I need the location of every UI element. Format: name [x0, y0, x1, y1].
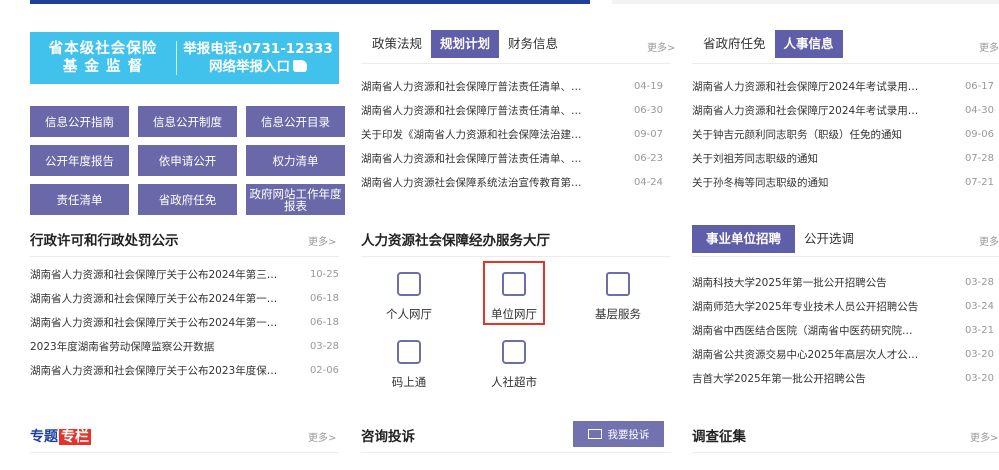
home-service-icon [606, 272, 630, 296]
personal-hall-item[interactable]: 个人网厅 [369, 272, 449, 322]
divider [361, 63, 671, 64]
online-report-link[interactable]: 网络举报入口 [209, 59, 290, 75]
disclosure-system-button[interactable]: 信息公开制度 [138, 106, 237, 137]
divider [361, 256, 671, 257]
recruit-list: 湖南科技大学2025年第一批公开招聘公告 03-28 湖南师范大学2025年专业技… [692, 271, 994, 391]
list-item[interactable]: 关于孙冬梅等同志职级的通知 07-21 [692, 171, 994, 195]
website-annual-report-button[interactable]: 政府网站工作年度报表 [246, 184, 345, 215]
highlight-box [483, 261, 545, 325]
tab-finance[interactable]: 财务信息 [499, 30, 567, 58]
survey-section-title: 调查征集 [692, 429, 746, 445]
list-item[interactable]: 湖南省人力资源和社会保障厅关于公布2024年第一… 06-18 [30, 311, 339, 335]
list-item[interactable]: 湖南省人力资源和社会保障厅关于公布2023年度保… 02-06 [30, 359, 339, 383]
consult-complaint-title: 咨询投诉 [361, 429, 415, 445]
tab-open-selection[interactable]: 公开选调 [795, 225, 863, 253]
recruit-more-link[interactable]: 更多 [979, 233, 999, 248]
shopping-cart-icon [502, 340, 526, 364]
list-item[interactable]: 关于刘祖芳同志职级的通知 07-28 [692, 147, 994, 171]
responsibility-list-button[interactable]: 责任清单 [30, 184, 129, 215]
annual-report-button[interactable]: 公开年度报告 [30, 145, 129, 176]
code-link-item[interactable]: 码上通 [369, 340, 449, 390]
envelope-icon [587, 429, 602, 439]
list-item[interactable]: 吉首大学2025年第一批公开招聘公告 03-20 [692, 367, 994, 391]
list-item[interactable]: 2023年度湖南省劳动保障监察公开数据 03-28 [30, 335, 339, 359]
divider [30, 256, 339, 257]
admin-more-link[interactable]: 更多> [308, 233, 336, 248]
top-banner-strip [30, 0, 590, 4]
fund-supervision-banner[interactable]: 省本级社会保险 基 金 监 督 举报电话:0731-12333 网络举报入口 [30, 32, 339, 84]
policy-tabs: 政策法规 规划计划 财务信息 [363, 30, 567, 58]
policy-list: 湖南省人力资源和社会保障厅普法责任清单、… 04-19 湖南省人力资源和社会保障厅… [361, 75, 663, 195]
special-topics-more-link[interactable]: 更多> [308, 429, 336, 444]
tab-institution-recruitment[interactable]: 事业单位招聘 [692, 225, 796, 253]
personnel-tabs: 省政府任免 人事信息 [694, 30, 843, 58]
recruit-tabs: 事业单位招聘 公开选调 [692, 225, 863, 253]
personal-document-icon [397, 272, 421, 296]
apply-disclosure-button[interactable]: 依申请公开 [138, 145, 237, 176]
tab-personnel-info[interactable]: 人事信息 [774, 30, 843, 58]
list-item[interactable]: 湖南省人力资源和社会保障厅普法责任清单、… 06-30 [361, 99, 663, 123]
tab-gov-appointments[interactable]: 省政府任免 [694, 30, 775, 58]
qr-code-icon [397, 340, 421, 364]
personnel-list: 湖南省人力资源和社会保障厅2024年考试录用… 06-17 湖南省人力资源和社会保… [692, 75, 994, 195]
tab-policy-regulations[interactable]: 政策法规 [363, 30, 431, 58]
power-list-button[interactable]: 权力清单 [246, 145, 345, 176]
list-item[interactable]: 湖南省人力资源社会保障系统法治宣传教育第… 04-24 [361, 171, 663, 195]
report-phone: 举报电话:0731-12333 [183, 41, 333, 57]
list-item[interactable]: 湖南省人力资源和社会保障厅普法责任清单、… 04-19 [361, 75, 663, 99]
divider [692, 256, 999, 257]
disclosure-catalog-button[interactable]: 信息公开目录 [246, 106, 345, 137]
survey-more-link[interactable]: 更多> [970, 429, 998, 444]
admin-list: 湖南省人力资源和社会保障厅关于公布2024年第三… 10-25 湖南省人力资源和社… [30, 263, 339, 383]
divider [361, 452, 671, 453]
special-topics-title: 专题 专栏 [30, 429, 91, 445]
list-item[interactable]: 湖南省公共资源交易中心2025年高层次人才公… 03-20 [692, 343, 994, 367]
divider [692, 63, 999, 64]
gov-appointments-button[interactable]: 省政府任免 [138, 184, 237, 215]
grassroots-service-item[interactable]: 基层服务 [578, 272, 658, 322]
personnel-more-link[interactable]: 更多 [979, 39, 999, 54]
list-item[interactable]: 湖南科技大学2025年第一批公开招聘公告 03-28 [692, 271, 994, 295]
divider [692, 452, 999, 453]
pointer-hand-icon [293, 60, 307, 72]
list-item[interactable]: 湖南省人力资源和社会保障厅2024年考试录用… 06-17 [692, 75, 994, 99]
banner-title-line2: 基 金 监 督 [62, 59, 144, 75]
list-item[interactable]: 湖南省人力资源和社会保障厅关于公布2024年第一… 06-18 [30, 287, 339, 311]
top-banner-strip-right [612, 0, 999, 4]
admin-permit-section-title: 行政许可和行政处罚公示 [30, 233, 179, 249]
list-item[interactable]: 湖南省人力资源和社会保障厅普法责任清单、… 06-23 [361, 147, 663, 171]
service-hall-title: 人力资源社会保障经办服务大厅 [361, 233, 550, 249]
list-item[interactable]: 关于印发《湖南省人力资源和社会保障法治建… 09-07 [361, 123, 663, 147]
list-item[interactable]: 湖南省人力资源和社会保障厅关于公布2024年第三… 10-25 [30, 263, 339, 287]
divider [30, 452, 339, 453]
list-item[interactable]: 关于钟吉元颜利同志职务（职级）任免的通知 09-06 [692, 123, 994, 147]
list-item[interactable]: 湖南省中西医结合医院（湖南省中医药研究院… 03-21 [692, 319, 994, 343]
banner-title-line1: 省本级社会保险 [48, 41, 158, 57]
list-item[interactable]: 湖南师范大学2025年专业技术人员公开招聘公告 03-24 [692, 295, 994, 319]
complaint-button[interactable]: 我要投诉 [573, 421, 664, 447]
list-item[interactable]: 湖南省人力资源和社会保障厅2024年考试录用… 04-30 [692, 99, 994, 123]
hr-supermarket-item[interactable]: 人社超市 [474, 340, 554, 390]
tab-planning[interactable]: 规划计划 [431, 30, 500, 58]
disclosure-guide-button[interactable]: 信息公开指南 [30, 106, 129, 137]
policy-more-link[interactable]: 更多> [647, 39, 675, 54]
